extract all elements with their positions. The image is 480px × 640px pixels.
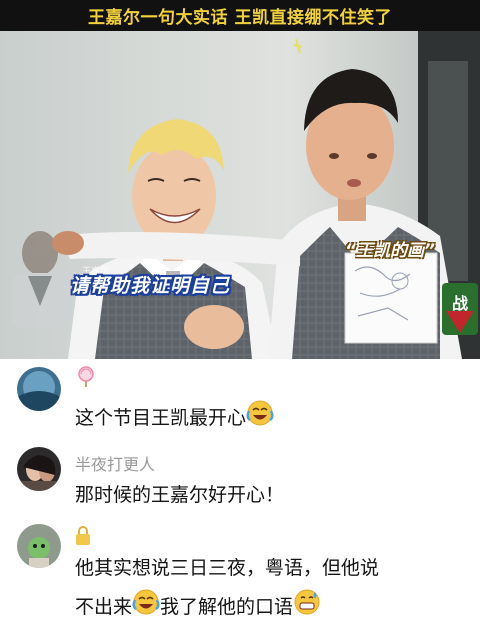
comment-text-content: 这个节目王凯最开心 [75,407,247,429]
comment-list: 这个节目王凯最开心 半夜打更人 那时候的王嘉尔好开心！ 他其实想说三日三夜，粤语… [0,359,480,640]
laughing-crying-emoji-icon [132,588,160,627]
laughing-crying-emoji-icon [246,399,274,438]
show-logo-icon: 战 [442,283,478,335]
comment-text-part-2: 我了解他的口语 [160,596,294,618]
comment-text: 那时候的王嘉尔好开心！ [75,484,285,506]
avatar[interactable] [17,524,61,568]
comment-text-part-1: 不出来 [75,596,133,618]
lollipop-icon [75,365,97,391]
drawing-paper [344,252,438,344]
drawing-title: “王凯的画” [345,241,435,261]
banner-title: 王嘉尔一句大实话 王凯直接绷不住笑了 [88,8,392,28]
avatar[interactable] [17,447,61,491]
comment-text-line-1: 他其实想说三日三夜，粤语，但他说 [75,557,380,579]
lock-icon [75,526,91,550]
comment-text-line-2: 不出来 我了解他的口语 [75,588,321,627]
show-logo-text: 战 [452,294,468,313]
grinning-sweat-emoji-icon [293,588,321,627]
comment-text: 这个节目王凯最开心 [75,399,274,438]
video-caption: 请帮助我证明自己 [70,275,231,297]
username[interactable]: 半夜打更人 [75,451,155,475]
video-frame[interactable]: 王嘉尔 请帮助我证明自己 “王凯的画” 战 [0,31,480,359]
title-banner: 王嘉尔一句大实话 王凯直接绷不住笑了 [0,0,480,31]
avatar[interactable] [17,367,61,411]
video-scene [0,31,480,359]
